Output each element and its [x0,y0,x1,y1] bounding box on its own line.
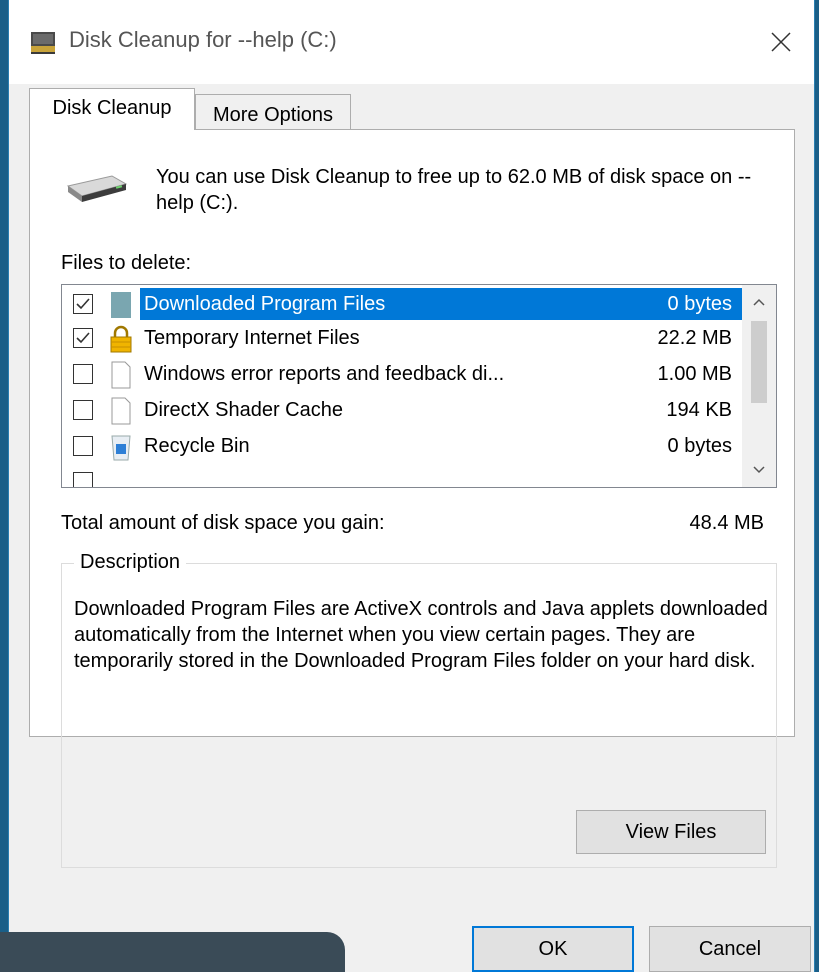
list-item-partial [62,465,742,487]
checkbox[interactable] [73,472,93,487]
total-label: Total amount of disk space you gain: [61,512,385,534]
file-name: DirectX Shader Cache [144,399,343,421]
intro-text: You can use Disk Cleanup to free up to 6… [156,166,752,214]
file-name: Recycle Bin [144,435,250,457]
chevron-up-icon [753,298,765,306]
tab-panel: You can use Disk Cleanup to free up to 6… [29,129,795,868]
tab-disk-cleanup[interactable]: Disk Cleanup [29,88,195,130]
view-files-button[interactable]: View Files [576,810,766,854]
document-icon [111,397,131,425]
close-button[interactable] [748,14,814,70]
list-scrollbar[interactable] [742,285,776,487]
document-icon [111,361,131,389]
list-item[interactable]: Temporary Internet Files 22.2 MB [62,321,742,357]
disk-cleanup-icon [31,32,55,54]
files-list[interactable]: Downloaded Program Files 0 bytes Tempora… [61,284,777,488]
file-size: 0 bytes [667,435,732,457]
file-size: 22.2 MB [657,327,732,349]
disk-cleanup-window: Disk Cleanup for --help (C:) Disk Cleanu… [8,0,815,972]
title-bar: Disk Cleanup for --help (C:) [9,0,814,84]
file-size: 1.00 MB [657,363,732,385]
cancel-button[interactable]: Cancel [649,926,811,972]
chevron-down-icon [753,466,765,474]
description-legend: Description [74,551,187,574]
close-icon [771,32,791,52]
scroll-up-button[interactable] [742,285,776,319]
scroll-thumb[interactable] [751,321,767,403]
checkbox[interactable] [73,436,93,456]
file-size: 194 KB [666,399,732,421]
scroll-down-button[interactable] [742,453,776,487]
checkbox[interactable] [73,364,93,384]
checkbox[interactable] [73,328,93,348]
file-size: 0 bytes [667,293,732,315]
checkbox[interactable] [73,400,93,420]
total-value: 48.4 MB [689,512,764,534]
list-item[interactable]: Recycle Bin 0 bytes [62,429,742,465]
description-text: Downloaded Program Files are ActiveX con… [74,598,768,672]
file-name: Temporary Internet Files [144,327,360,349]
list-item[interactable]: Downloaded Program Files 0 bytes [62,287,742,323]
ok-button[interactable]: OK [472,926,634,972]
list-item[interactable]: DirectX Shader Cache 194 KB [62,393,742,429]
folder-icon [111,292,131,318]
recycle-bin-icon [111,435,131,461]
lock-icon [110,325,132,353]
files-to-delete-label: Files to delete: [61,252,192,274]
list-item[interactable]: Windows error reports and feedback di...… [62,357,742,393]
taskbar-overlay [0,932,345,972]
file-name: Downloaded Program Files [144,293,386,315]
file-name: Windows error reports and feedback di... [144,363,505,385]
window-title: Disk Cleanup for --help (C:) [69,27,337,52]
checkmark-icon [76,332,90,344]
hard-drive-icon [66,175,128,202]
checkbox[interactable] [73,294,93,314]
checkmark-icon [76,298,90,310]
tab-more-options[interactable]: More Options [195,94,351,132]
